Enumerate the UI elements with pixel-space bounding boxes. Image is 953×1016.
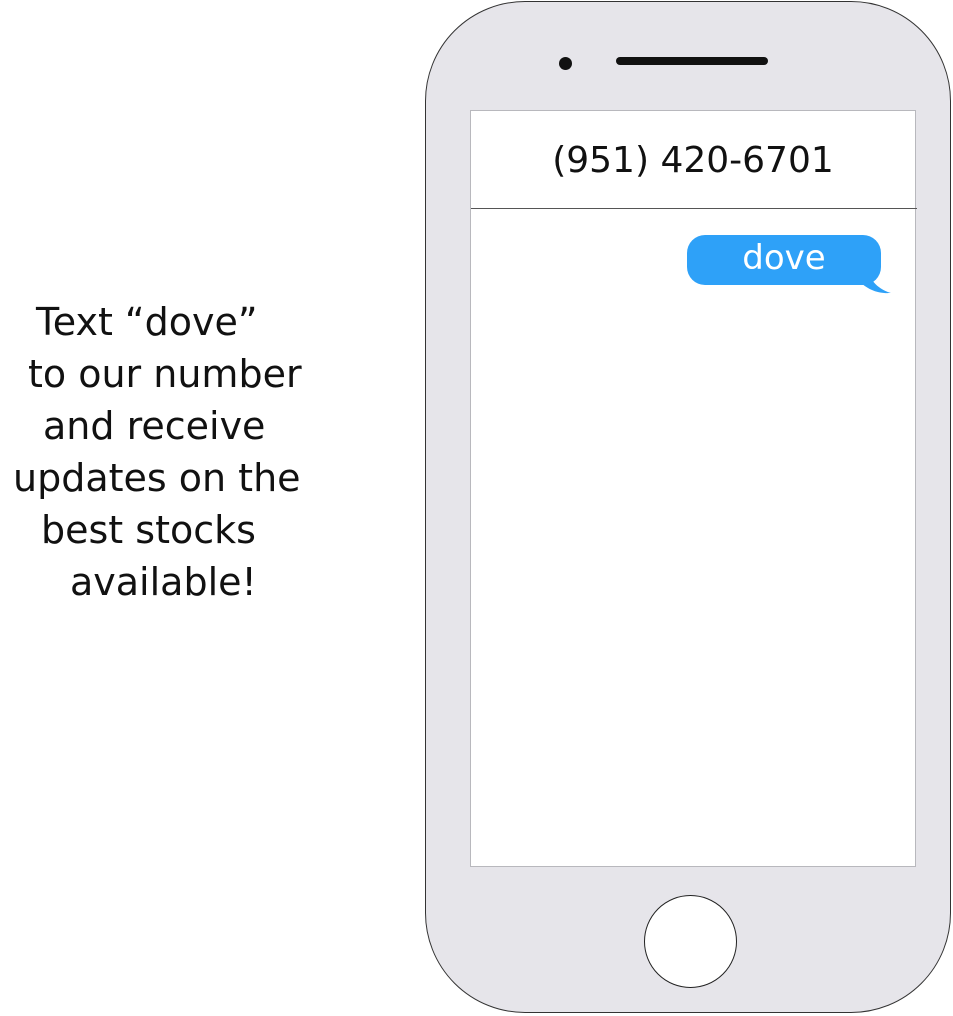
sent-message-bubble[interactable]: dove — [687, 235, 881, 285]
phone-screen: (951) 420-6701 dove — [470, 110, 917, 867]
promo-line: and receive — [43, 404, 266, 448]
promo-line: updates on the — [13, 456, 301, 500]
phone-mockup: (951) 420-6701 dove — [425, 1, 951, 1013]
home-button[interactable] — [644, 895, 737, 988]
message-thread: dove — [687, 235, 897, 299]
promo-line: available! — [70, 560, 257, 604]
promo-line: Text “dove” — [36, 300, 258, 344]
contact-number: (951) 420-6701 — [552, 140, 834, 181]
promo-line: to our number — [28, 352, 302, 396]
front-camera-icon — [559, 57, 572, 70]
promo-line: best stocks — [41, 508, 256, 552]
conversation-header: (951) 420-6701 — [471, 111, 917, 209]
page: Text “dove” to our number and receive up… — [0, 0, 953, 1016]
speaker-grille — [616, 57, 768, 65]
